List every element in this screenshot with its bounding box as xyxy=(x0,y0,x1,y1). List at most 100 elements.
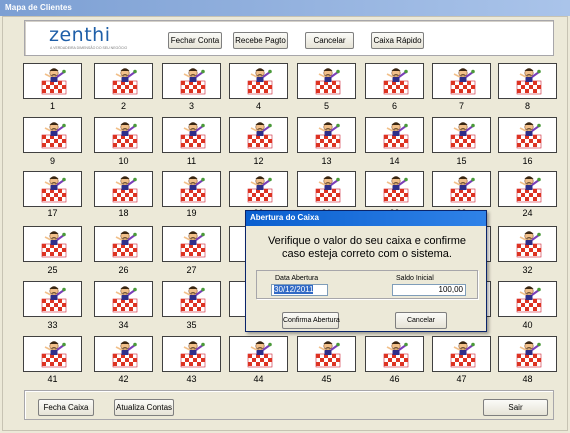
table-number: 12 xyxy=(253,156,264,166)
table-number: 24 xyxy=(522,208,533,218)
dialog-title: Abertura do Caixa xyxy=(246,211,486,226)
table-tile[interactable] xyxy=(162,226,221,262)
table-tile[interactable] xyxy=(23,171,82,207)
dialog-message: Verifique o valor do seu caixa e confirm… xyxy=(246,235,488,261)
table-tile[interactable] xyxy=(498,281,557,317)
table-tile[interactable] xyxy=(229,171,288,207)
table-number: 26 xyxy=(118,265,129,275)
table-tile[interactable] xyxy=(23,226,82,262)
table-number: 33 xyxy=(47,320,58,330)
table-number: 18 xyxy=(118,208,129,218)
table-tile[interactable] xyxy=(432,336,491,372)
table-tile[interactable] xyxy=(432,63,491,99)
table-number: 46 xyxy=(389,374,400,384)
table-tile[interactable] xyxy=(94,281,153,317)
table-number: 32 xyxy=(522,265,533,275)
caixa-rapido-button[interactable]: Caixa Rápido xyxy=(371,32,424,49)
table-tile[interactable] xyxy=(432,117,491,153)
table-number: 35 xyxy=(186,320,197,330)
table-number: 1 xyxy=(49,101,55,111)
table-tile[interactable] xyxy=(23,63,82,99)
atualiza-contas-button[interactable]: Atualiza Contas xyxy=(114,399,174,416)
table-tile[interactable] xyxy=(162,117,221,153)
window-title: Mapa de Clientes xyxy=(0,0,570,16)
zenthi-logo: zenthi A VERDADEIRA DIMENSÃO DO SEU NEGÓ… xyxy=(49,24,129,53)
dialog-message-line2: caso esteja correto com o sistema. xyxy=(282,248,452,260)
table-number: 16 xyxy=(522,156,533,166)
dialog-cancelar-button[interactable]: Cancelar xyxy=(395,312,447,329)
table-tile[interactable] xyxy=(432,171,491,207)
table-number: 2 xyxy=(120,101,126,111)
table-tile[interactable] xyxy=(498,171,557,207)
table-number: 7 xyxy=(458,101,464,111)
table-tile[interactable] xyxy=(229,336,288,372)
dialog-message-line1: Verifique o valor do seu caixa e confirm… xyxy=(267,235,467,247)
table-number: 10 xyxy=(118,156,129,166)
saldo-inicial-label: Saldo Inicial xyxy=(396,275,434,282)
table-number: 15 xyxy=(456,156,467,166)
table-number: 43 xyxy=(186,374,197,384)
table-tile[interactable] xyxy=(23,281,82,317)
table-tile[interactable] xyxy=(162,336,221,372)
table-number: 14 xyxy=(389,156,400,166)
table-number: 47 xyxy=(456,374,467,384)
table-tile[interactable] xyxy=(162,63,221,99)
table-number: 8 xyxy=(524,101,530,111)
table-tile[interactable] xyxy=(365,336,424,372)
table-number: 45 xyxy=(321,374,332,384)
table-number: 13 xyxy=(321,156,332,166)
table-number: 17 xyxy=(47,208,58,218)
table-number: 9 xyxy=(49,156,55,166)
table-number: 11 xyxy=(186,156,197,166)
table-tile[interactable] xyxy=(162,171,221,207)
table-number: 5 xyxy=(323,101,329,111)
table-tile[interactable] xyxy=(297,171,356,207)
table-tile[interactable] xyxy=(94,117,153,153)
table-tile[interactable] xyxy=(297,336,356,372)
sair-button[interactable]: Sair xyxy=(483,399,548,416)
abertura-caixa-dialog: Abertura do Caixa Verifique o valor do s… xyxy=(245,210,487,332)
table-tile[interactable] xyxy=(229,117,288,153)
table-tile[interactable] xyxy=(94,226,153,262)
table-tile[interactable] xyxy=(498,226,557,262)
table-tile[interactable] xyxy=(498,117,557,153)
confirma-abertura-button[interactable]: Confirma Abertura xyxy=(282,312,340,329)
table-tile[interactable] xyxy=(297,63,356,99)
table-number: 3 xyxy=(188,101,194,111)
fecha-caixa-button[interactable]: Fecha Caixa xyxy=(38,399,94,416)
table-tile[interactable] xyxy=(365,63,424,99)
table-number: 34 xyxy=(118,320,129,330)
fechar-conta-button[interactable]: Fechar Conta xyxy=(168,32,222,49)
table-tile[interactable] xyxy=(365,117,424,153)
table-number: 19 xyxy=(186,208,197,218)
table-tile[interactable] xyxy=(23,336,82,372)
table-tile[interactable] xyxy=(297,117,356,153)
bottom-toolbar-panel: Fecha Caixa Atualiza Contas Sair xyxy=(24,390,554,420)
table-tile[interactable] xyxy=(94,336,153,372)
table-number: 44 xyxy=(253,374,264,384)
table-number: 27 xyxy=(186,265,197,275)
table-number: 25 xyxy=(47,265,58,275)
top-toolbar-panel: zenthi A VERDADEIRA DIMENSÃO DO SEU NEGÓ… xyxy=(24,20,554,56)
table-tile[interactable] xyxy=(94,171,153,207)
cancelar-button[interactable]: Cancelar xyxy=(305,32,354,49)
saldo-inicial-field[interactable]: 100,00 xyxy=(392,284,466,296)
table-number: 41 xyxy=(47,374,58,384)
logo-name: zenthi xyxy=(49,24,111,46)
table-tile[interactable] xyxy=(162,281,221,317)
data-abertura-value: 30/12/2011 xyxy=(274,285,314,294)
table-tile[interactable] xyxy=(365,171,424,207)
table-number: 48 xyxy=(522,374,533,384)
table-tile[interactable] xyxy=(229,63,288,99)
data-abertura-label: Data Abertura xyxy=(275,275,319,282)
table-number: 42 xyxy=(118,374,129,384)
data-abertura-field[interactable]: 30/12/2011 xyxy=(271,284,328,296)
table-tile[interactable] xyxy=(498,336,557,372)
table-tile[interactable] xyxy=(23,117,82,153)
logo-tagline: A VERDADEIRA DIMENSÃO DO SEU NEGÓCIO xyxy=(50,46,128,50)
table-number: 4 xyxy=(255,101,261,111)
table-tile[interactable] xyxy=(498,63,557,99)
table-tile[interactable] xyxy=(94,63,153,99)
table-number: 40 xyxy=(522,320,533,330)
recebe-pagto-button[interactable]: Recebe Pagto xyxy=(233,32,288,49)
